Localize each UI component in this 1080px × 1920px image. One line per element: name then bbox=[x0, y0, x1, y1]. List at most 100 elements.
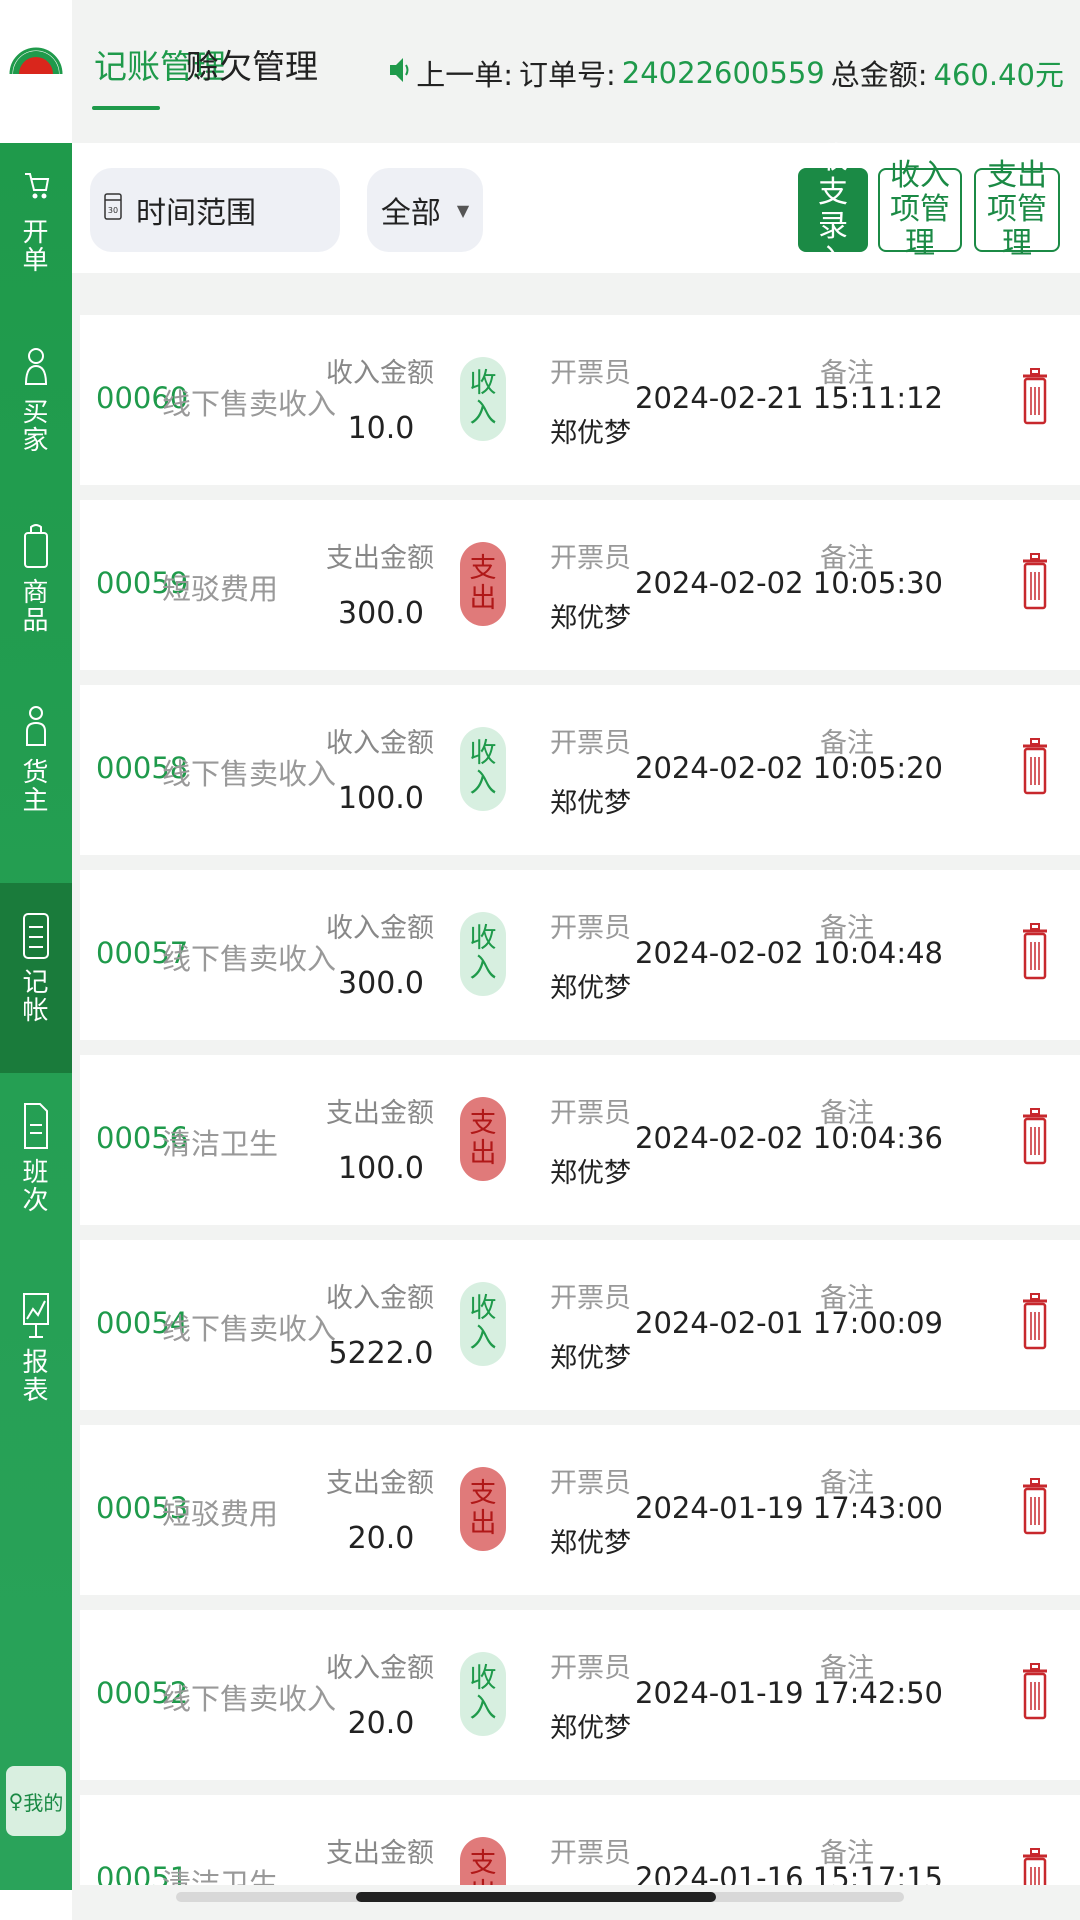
record-row[interactable]: 00059 短驳费用 支出金额 300.0 开票员 郑优梦 2024-02-02 10:05… bbox=[80, 500, 1080, 670]
sidebar-item-3[interactable]: 货主 bbox=[0, 703, 72, 853]
expense-badge: 支出 bbox=[460, 542, 506, 626]
delete-trash-icon[interactable] bbox=[1022, 1107, 1048, 1167]
income-badge: 收入 bbox=[460, 912, 506, 996]
sidebar-item-0[interactable]: 开单 bbox=[0, 163, 72, 313]
sidebar-item-label: 买家 bbox=[22, 398, 50, 456]
record-datetime: 2024-02-02 10:05:20 bbox=[635, 751, 943, 785]
amount-value: 300.0 bbox=[338, 966, 424, 1001]
sidebar-item-2[interactable]: 商品 bbox=[0, 523, 72, 673]
record-row[interactable]: 00057 线下售卖收入 收入金额 300.0 开票员 郑优梦 2024-02-02 10:… bbox=[80, 870, 1080, 1040]
amount-value: 5222.0 bbox=[328, 1336, 434, 1371]
income-mgmt-button[interactable]: 收入项管理 bbox=[878, 159, 962, 261]
amount-value: 20.0 bbox=[347, 1706, 415, 1741]
sidebar-item-label: 开单 bbox=[22, 218, 50, 276]
amount-label: 支出金额 bbox=[326, 1838, 434, 1869]
record-category: 线下售卖收入 bbox=[162, 1682, 337, 1716]
record-datetime: 2024-02-02 10:05:30 bbox=[635, 566, 943, 600]
amount-label: 收入金额 bbox=[326, 358, 434, 389]
operator-name: 郑优梦 bbox=[550, 1713, 631, 1744]
svg-text:30: 30 bbox=[108, 206, 118, 215]
record-category: 线下售卖收入 bbox=[162, 942, 337, 976]
me-button[interactable]: ♀ 我的 bbox=[6, 1766, 66, 1836]
amount-value: 20.0 bbox=[347, 1521, 415, 1556]
record-datetime: 2024-02-01 17:00:09 bbox=[635, 1306, 943, 1340]
operator-name: 郑优梦 bbox=[550, 973, 631, 1004]
operator-name: 郑优梦 bbox=[550, 1158, 631, 1189]
tab-credit[interactable]: 赊欠管理 bbox=[186, 40, 318, 88]
note-label: 备注 bbox=[820, 1653, 874, 1684]
bag-icon bbox=[20, 523, 52, 569]
add-record-button[interactable]: 收支录入 bbox=[798, 142, 868, 278]
last-order-prefix: 上一单: bbox=[416, 58, 513, 92]
record-category: 线下售卖收入 bbox=[162, 387, 337, 421]
operator-name: 郑优梦 bbox=[550, 603, 631, 634]
note-label: 备注 bbox=[820, 1468, 874, 1499]
speaker-icon[interactable] bbox=[388, 55, 410, 92]
delete-trash-icon[interactable] bbox=[1022, 1292, 1048, 1352]
amount-value: 10.0 bbox=[347, 411, 415, 446]
type-select[interactable]: 全部 ▼ bbox=[367, 168, 483, 252]
delete-trash-icon[interactable] bbox=[1022, 367, 1048, 427]
sidebar-item-1[interactable]: 买家 bbox=[0, 343, 72, 493]
sidebar: 开单买家商品货主记帐班次报表 ♀ 我的 bbox=[0, 0, 72, 1920]
sidebar-item-5[interactable]: 班次 bbox=[0, 1103, 72, 1253]
operator-label: 开票员 bbox=[550, 728, 631, 759]
person-icon: ♀ bbox=[8, 1789, 24, 1813]
note-label: 备注 bbox=[820, 543, 874, 574]
chart-icon bbox=[20, 1293, 52, 1339]
amount-label: 收入金额 bbox=[326, 1653, 434, 1684]
record-row[interactable]: 00060 线下售卖收入 收入金额 10.0 开票员 郑优梦 2024-02-21 15:1… bbox=[80, 315, 1080, 485]
operator-label: 开票员 bbox=[550, 913, 631, 944]
operator-name: 郑优梦 bbox=[550, 1343, 631, 1374]
active-tab-indicator bbox=[92, 106, 160, 110]
note-label: 备注 bbox=[820, 913, 874, 944]
sidebar-item-label: 记帐 bbox=[22, 968, 50, 1026]
ledger-icon bbox=[20, 913, 52, 959]
record-row[interactable]: 00052 线下售卖收入 收入金额 20.0 开票员 郑优梦 2024-01-19 17:4… bbox=[80, 1610, 1080, 1780]
record-datetime: 2024-01-19 17:42:50 bbox=[635, 1676, 943, 1710]
amount-label: 支出金额 bbox=[326, 1098, 434, 1129]
delete-trash-icon[interactable] bbox=[1022, 1847, 1048, 1885]
amount-value: 100.0 bbox=[338, 781, 424, 816]
record-category: 线下售卖收入 bbox=[162, 757, 337, 791]
calendar-icon: 30 bbox=[104, 191, 122, 229]
delete-trash-icon[interactable] bbox=[1022, 1662, 1048, 1722]
amount-value: 100.0 bbox=[338, 1151, 424, 1186]
note-label: 备注 bbox=[820, 1283, 874, 1314]
delete-trash-icon[interactable] bbox=[1022, 922, 1048, 982]
owner-icon bbox=[20, 703, 52, 749]
record-row[interactable]: 00058 线下售卖收入 收入金额 100.0 开票员 郑优梦 2024-02-02 10:… bbox=[80, 685, 1080, 855]
record-category: 短驳费用 bbox=[162, 1497, 279, 1531]
expense-mgmt-button[interactable]: 支出项管理 bbox=[974, 159, 1060, 261]
record-row[interactable]: 00051清洁卫生支出金额开票员2024-01-16 15:17:15备注支出 bbox=[80, 1795, 1080, 1885]
home-indicator bbox=[176, 1892, 904, 1902]
income-badge: 收入 bbox=[460, 357, 506, 441]
record-row[interactable]: 00054 线下售卖收入 收入金额 5222.0 开票员 郑优梦 2024-02-01 17… bbox=[80, 1240, 1080, 1410]
amount-value: 300.0 bbox=[338, 596, 424, 631]
record-row[interactable]: 00056 清洁卫生 支出金额 100.0 开票员 郑优梦 2024-02-02 10:04… bbox=[80, 1055, 1080, 1225]
delete-trash-icon[interactable] bbox=[1022, 1477, 1048, 1537]
delete-trash-icon[interactable] bbox=[1022, 552, 1048, 612]
cart-icon bbox=[20, 163, 52, 209]
operator-label: 开票员 bbox=[550, 1653, 631, 1684]
income-badge: 收入 bbox=[460, 1652, 506, 1736]
records-list: 00060 线下售卖收入 收入金额 10.0 开票员 郑优梦 2024-02-21 15:1… bbox=[80, 285, 1080, 1885]
filter-bar: 30 时间范围 全部 ▼ 收支录入 收入项管理 支出项管理 bbox=[72, 142, 1080, 278]
operator-name: 郑优梦 bbox=[550, 1528, 631, 1559]
sidebar-nav: 开单买家商品货主记帐班次报表 bbox=[0, 143, 72, 1890]
record-row[interactable]: 00053 短驳费用 支出金额 20.0 开票员 郑优梦 2024-01-19 17:43:… bbox=[80, 1425, 1080, 1595]
app-root: 开单 买家 商品 货主 记帐 班次 报表 ♀ 我的 记账管理 赊欠管理 上一单: 订单号: … bbox=[0, 0, 1080, 1920]
income-badge: 收入 bbox=[460, 1282, 506, 1366]
record-datetime: 2024-02-21 15:11:12 bbox=[635, 381, 943, 415]
sidebar-item-4[interactable]: 记帐 bbox=[0, 883, 72, 1073]
operator-name: 郑优梦 bbox=[550, 788, 631, 819]
user-icon bbox=[20, 343, 52, 389]
operator-label: 开票员 bbox=[550, 1283, 631, 1314]
expense-badge: 支出 bbox=[460, 1467, 506, 1551]
total-label: 总金额: bbox=[830, 58, 928, 92]
date-range-picker[interactable]: 30 时间范围 bbox=[90, 168, 340, 252]
note-label: 备注 bbox=[820, 728, 874, 759]
sidebar-item-6[interactable]: 报表 bbox=[0, 1293, 72, 1443]
note-label: 备注 bbox=[820, 1838, 874, 1869]
delete-trash-icon[interactable] bbox=[1022, 737, 1048, 797]
